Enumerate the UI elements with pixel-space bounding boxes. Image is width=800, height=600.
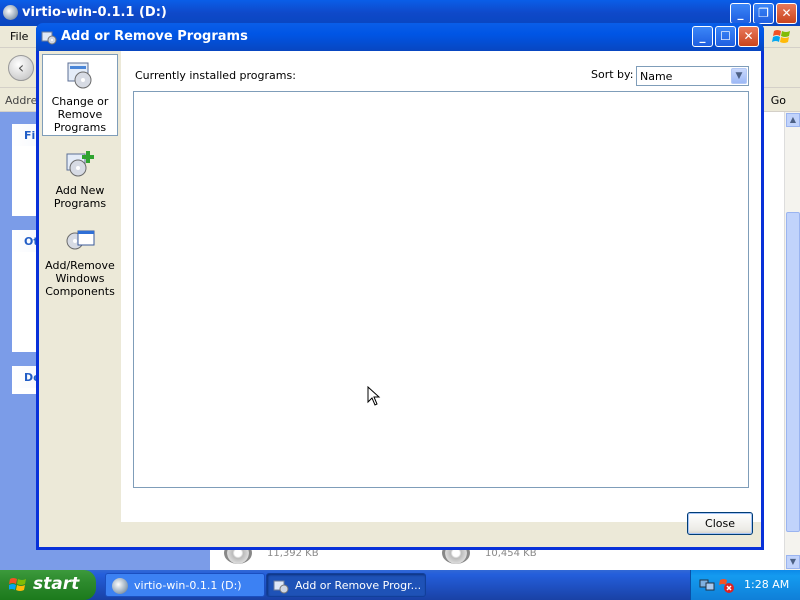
network-icon[interactable] (699, 577, 715, 593)
back-button[interactable]: ‹ (8, 55, 34, 81)
mouse-pointer-icon (367, 386, 381, 406)
close-button[interactable]: ✕ (738, 26, 759, 47)
dialog-body: Change or Remove Programs Add New Progra… (39, 51, 761, 547)
vertical-scrollbar[interactable]: ▲ ▼ (784, 112, 800, 570)
scroll-down-icon[interactable]: ▼ (786, 555, 800, 569)
add-new-programs-icon (66, 151, 94, 177)
drive-icon (3, 5, 18, 20)
dialog-title: Add or Remove Programs (61, 29, 248, 44)
clock[interactable]: 1:28 AM (744, 578, 789, 591)
nav-change-remove-programs[interactable]: Change or Remove Programs (42, 54, 118, 136)
add-remove-programs-window: Add or Remove Programs _ ☐ ✕ Change or R… (36, 23, 764, 550)
nav-sidebar: Change or Remove Programs Add New Progra… (39, 51, 121, 547)
close-button[interactable]: ✕ (776, 3, 797, 24)
explorer-title: virtio-win-0.1.1 (D:) (22, 5, 167, 20)
sort-by-value: Name (640, 70, 673, 83)
windows-components-icon (66, 230, 95, 250)
nav-label: Add New (55, 184, 105, 197)
sort-by-select[interactable]: Name ▼ (636, 66, 749, 86)
menu-file[interactable]: File (10, 30, 28, 43)
nav-label: Remove (57, 108, 103, 121)
drive-icon (112, 578, 128, 594)
taskbar-item-add-remove-programs[interactable]: Add or Remove Progr... (266, 573, 426, 597)
windows-flag-icon (9, 578, 26, 591)
taskbar-item-label: Add or Remove Progr... (295, 579, 422, 592)
scroll-thumb[interactable] (786, 212, 800, 532)
nav-label: Add/Remove (45, 259, 115, 272)
nav-label: Change or (51, 95, 109, 108)
maximize-button[interactable]: ❐ (753, 3, 774, 24)
minimize-button[interactable]: _ (730, 3, 751, 24)
start-button[interactable]: start (0, 570, 96, 600)
sort-by-label: Sort by: (591, 68, 634, 81)
nav-label: Components (45, 285, 115, 298)
security-alert-icon[interactable] (718, 577, 734, 593)
nav-label: Programs (53, 197, 107, 210)
taskbar: start virtio-win-0.1.1 (D:) Add or Remov… (0, 570, 800, 600)
taskbar-item-explorer[interactable]: virtio-win-0.1.1 (D:) (105, 573, 265, 597)
minimize-button[interactable]: _ (692, 26, 713, 47)
nav-label: Windows (55, 272, 105, 285)
bottom-strip (121, 522, 761, 547)
windows-logo-icon (772, 30, 790, 43)
system-tray: 1:28 AM (690, 570, 800, 600)
nav-label: Programs (53, 121, 107, 134)
start-label: start (33, 574, 80, 594)
change-remove-programs-icon (67, 62, 92, 89)
currently-installed-label: Currently installed programs: (135, 69, 296, 82)
chevron-down-icon[interactable]: ▼ (731, 68, 747, 84)
installed-programs-list[interactable] (133, 91, 749, 488)
taskbar-item-label: virtio-win-0.1.1 (D:) (134, 579, 242, 592)
add-remove-programs-icon (273, 580, 289, 594)
go-button[interactable]: Go (771, 94, 786, 107)
add-remove-programs-icon (41, 31, 57, 45)
programs-panel: Currently installed programs: Sort by: N… (121, 51, 761, 522)
nav-add-remove-windows-components[interactable]: Add/Remove Windows Components (42, 219, 118, 301)
nav-add-new-programs[interactable]: Add New Programs (42, 144, 118, 214)
dialog-titlebar[interactable]: Add or Remove Programs _ ☐ ✕ (36, 23, 764, 51)
maximize-button[interactable]: ☐ (715, 26, 736, 47)
close-dialog-button[interactable]: Close (687, 512, 753, 535)
scroll-up-icon[interactable]: ▲ (786, 113, 800, 127)
